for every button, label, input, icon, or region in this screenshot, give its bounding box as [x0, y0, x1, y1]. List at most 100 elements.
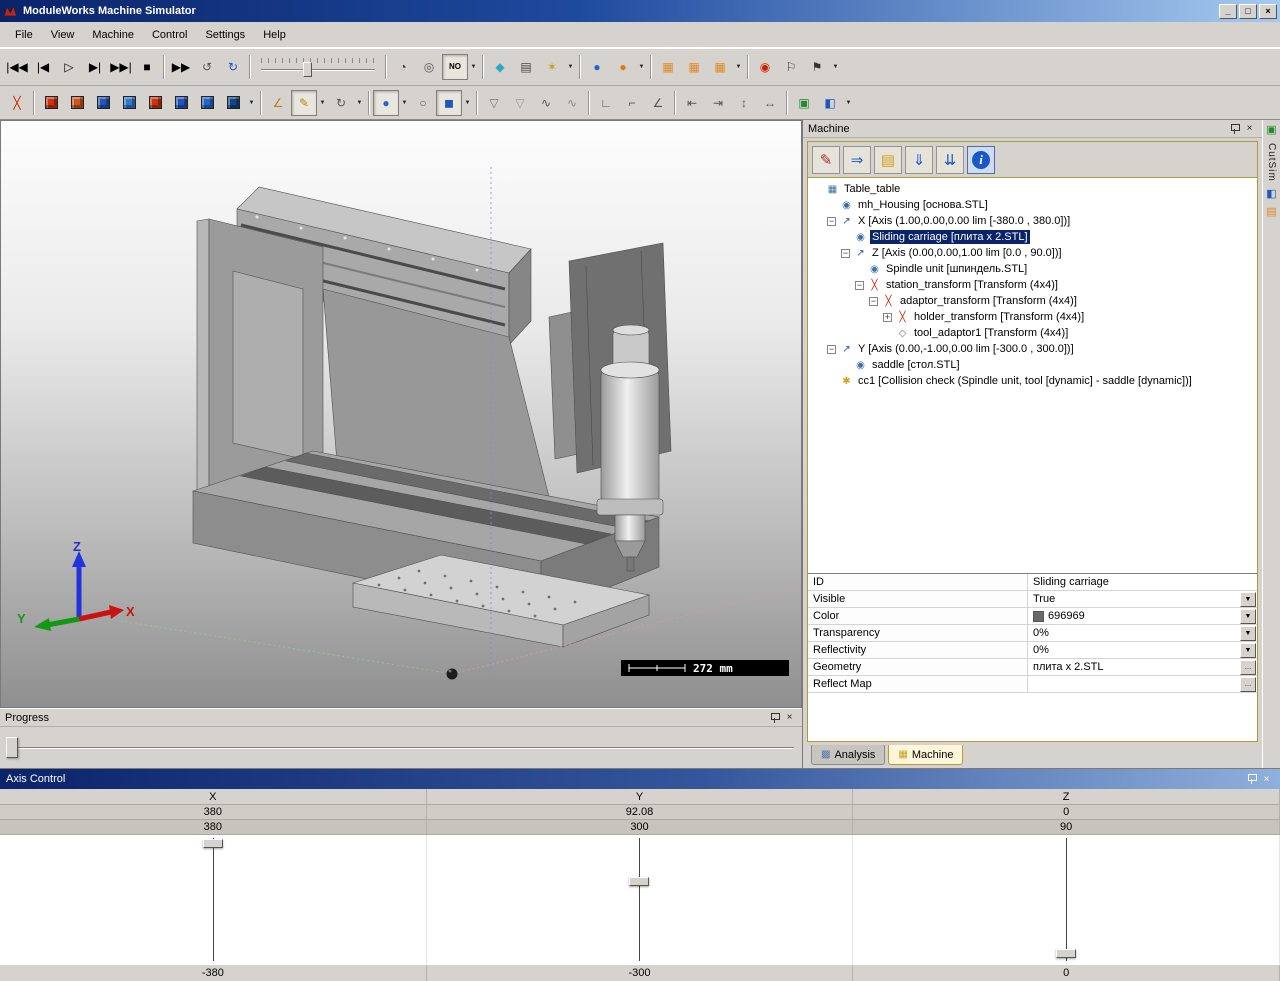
pin-icon[interactable] [1227, 122, 1242, 135]
tree-item[interactable]: ✱ cc1 [Collision check (Spindle unit, too… [808, 373, 1257, 389]
dropdown-arrow-button[interactable]: ▼ [468, 54, 479, 80]
view-front-button[interactable] [64, 90, 90, 116]
tree-item[interactable]: ◉ Spindle unit [шпиндель.STL] [808, 261, 1257, 277]
tree-item[interactable]: ◇ tool_adaptor1 [Transform (4x4)] [808, 325, 1257, 341]
machine-3d-view[interactable]: Z X Y 272 mm [0, 120, 802, 708]
dropdown-arrow-button[interactable]: ▼ [246, 90, 257, 116]
close-icon[interactable]: × [1259, 774, 1274, 785]
tree-expand-box[interactable]: − [855, 280, 864, 290]
stock-wireframe-button[interactable]: ▦ [655, 54, 681, 80]
tree-item[interactable]: − ╳ station_transform [Transform (4x4)] [808, 277, 1257, 293]
rotate-tool-button[interactable]: ↻ [328, 90, 354, 116]
restore-button[interactable]: □ [1239, 3, 1257, 19]
tree-expand-box[interactable]: − [827, 344, 836, 354]
tree-item[interactable]: − ↗ Z [Axis (0.00,0.00,1.00 lim [0.0 , 90.… [808, 245, 1257, 261]
tree-item[interactable]: ◉ Sliding carriage [плита x 2.STL] [808, 229, 1257, 245]
corner-angle-button[interactable]: ∠ [645, 90, 671, 116]
y-axis-slider-handle[interactable] [629, 877, 650, 887]
load-machine-button[interactable]: ⇒ [843, 145, 871, 174]
cutsim-tool-icon[interactable]: ▤ [1266, 206, 1276, 218]
simulation-restart-button[interactable]: ↺ [194, 54, 220, 80]
shaded-view-button[interactable]: ● [373, 89, 399, 116]
dropdown-arrow-button[interactable]: ▼ [830, 54, 841, 80]
pin-icon[interactable] [1244, 774, 1259, 784]
dropdown-arrow-button[interactable]: ▼ [399, 90, 410, 116]
cutsim-palette-icon[interactable]: ◧ [1266, 188, 1276, 200]
refresh-simulation-button[interactable]: ↻ [220, 54, 246, 80]
dropdown-arrow-button[interactable]: ▼ [843, 90, 854, 116]
view-left-button[interactable] [116, 90, 142, 116]
slider-handle[interactable] [303, 62, 312, 77]
minimize-button[interactable]: _ [1219, 3, 1237, 19]
tree-expand-box[interactable]: − [869, 296, 878, 306]
corner-detect-button[interactable]: ∟ [593, 90, 619, 116]
dropdown-arrow-button[interactable]: ▼ [733, 54, 744, 80]
menu-control[interactable]: Control [143, 25, 196, 45]
flag-solid-button[interactable]: ⚑ [804, 54, 830, 80]
menu-settings[interactable]: Settings [196, 25, 254, 45]
dropdown-arrow-button[interactable]: ▼ [1240, 642, 1256, 658]
property-value[interactable]: Sliding carriage [1028, 574, 1257, 590]
view-back-button[interactable] [90, 90, 116, 116]
property-value[interactable]: … [1028, 676, 1257, 692]
marker-pin-button[interactable]: ◉ [752, 54, 778, 80]
y-axis-slider[interactable] [427, 835, 854, 964]
tab-machine[interactable]: ▦ Machine [888, 745, 964, 765]
wireframe-view-button[interactable]: ○ [410, 90, 436, 116]
tree-item[interactable]: ▦ Table_table [808, 181, 1257, 197]
step-forward-button[interactable]: ▶| [82, 54, 108, 80]
gem-quality-button[interactable]: ◆ [487, 54, 513, 80]
toolpath-curve2-button[interactable]: ∿ [559, 90, 585, 116]
gauge-speed-button[interactable]: ◎ [416, 54, 442, 80]
transform-move-button[interactable]: ╳ [4, 90, 30, 116]
ellipsis-button[interactable]: … [1240, 659, 1256, 675]
measure-length-button[interactable]: ⇥ [705, 90, 731, 116]
save-machine-button[interactable]: ⇓ [905, 145, 933, 174]
view-top-button[interactable] [168, 90, 194, 116]
view-iso2-button[interactable] [220, 90, 246, 116]
material-sphere-button[interactable]: ● [610, 54, 636, 80]
corner-radius-button[interactable]: ⌐ [619, 90, 645, 116]
open-machine-folder-button[interactable]: ▤ [874, 145, 902, 174]
cutsim-shade-icon[interactable]: ▣ [1266, 125, 1276, 136]
dropdown-arrow-button[interactable]: ▼ [462, 90, 473, 116]
machine-settings-button[interactable]: ✶ [539, 54, 565, 80]
dropdown-arrow-button[interactable]: ▼ [1240, 608, 1256, 624]
save-machine-as-button[interactable]: ⇊ [936, 145, 964, 174]
property-value[interactable]: плита x 2.STL… [1028, 659, 1257, 675]
coolant-on-button[interactable]: ▽ [507, 90, 533, 116]
solid-view-button[interactable]: ◼ [436, 89, 462, 116]
view-iso-button[interactable] [38, 90, 64, 116]
step-back-button[interactable]: |◀ [30, 54, 56, 80]
measure-height-button[interactable]: ↕ [731, 90, 757, 116]
screenshot-button[interactable]: ▣ [791, 90, 817, 116]
go-to-end-button[interactable]: ▶▶| [108, 54, 134, 80]
stock-solid-button[interactable]: ▦ [681, 54, 707, 80]
tree-expand-box[interactable]: − [827, 216, 836, 226]
flag-outline-button[interactable]: ⚐ [778, 54, 804, 80]
progress-slider-handle[interactable] [6, 737, 18, 758]
z-axis-slider[interactable] [853, 835, 1280, 964]
dropdown-arrow-button[interactable]: ▼ [565, 54, 576, 80]
tree-item[interactable]: − ↗ Y [Axis (0.00,-1.00,0.00 lim [-300.0 ,… [808, 341, 1257, 357]
property-value[interactable]: True ▼ [1028, 591, 1257, 607]
view-bottom-button[interactable] [194, 90, 220, 116]
pin-icon[interactable] [767, 711, 782, 724]
menu-machine[interactable]: Machine [83, 25, 143, 45]
menu-file[interactable]: File [6, 25, 42, 45]
tree-item[interactable]: ◉ saddle [стол.STL] [808, 357, 1257, 373]
machine-info-button[interactable]: i [967, 145, 995, 174]
z-axis-slider-handle[interactable] [1056, 949, 1077, 958]
measure-distance-button[interactable]: ↔ [757, 90, 783, 116]
tree-item[interactable]: − ╳ adaptor_transform [Transform (4x4)] [808, 293, 1257, 309]
measure-width-button[interactable]: ⇤ [679, 90, 705, 116]
dropdown-arrow-button[interactable]: ▼ [1240, 591, 1256, 607]
simulation-speed-slider[interactable] [259, 54, 377, 80]
dropdown-arrow-button[interactable]: ▼ [354, 90, 365, 116]
property-value[interactable]: 0% ▼ [1028, 625, 1257, 641]
edit-machine-button[interactable]: ✎ [812, 145, 840, 174]
measure-angle-button[interactable]: ∠ [265, 90, 291, 116]
keyboard-control-button[interactable]: ▤ [513, 54, 539, 80]
fast-forward-button[interactable]: ▶▶ [168, 54, 194, 80]
menu-view[interactable]: View [42, 25, 84, 45]
